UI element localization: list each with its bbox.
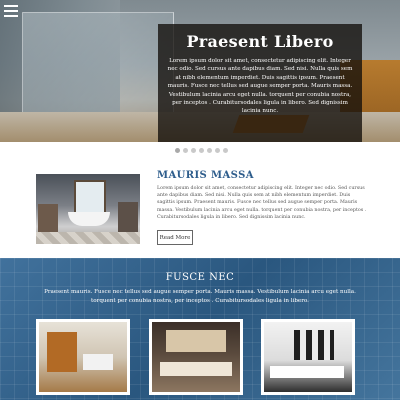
bathtub: [68, 212, 110, 226]
slider-pagination: [175, 148, 228, 153]
slider-dot-5[interactable]: [207, 148, 212, 153]
section-text: Praesent mauris. Fusce nec tellus sed au…: [44, 289, 356, 304]
bathtub: [270, 366, 344, 378]
slider-dot-2[interactable]: [183, 148, 188, 153]
cabinet: [118, 202, 138, 234]
hero-caption: Praesent Libero Lorem ipsum dolor sit am…: [158, 24, 362, 142]
gallery-image-1[interactable]: [36, 319, 130, 395]
hero-title: Praesent Libero: [186, 32, 334, 51]
feature-text: Lorem ipsum dolor sit amet, consectetur …: [157, 186, 367, 220]
cabinet: [47, 332, 77, 372]
vanity: [160, 362, 232, 376]
gallery-image-2[interactable]: [149, 319, 243, 395]
menu-bar: [4, 10, 18, 12]
read-more-button[interactable]: Read More: [157, 230, 193, 245]
menu-bar: [4, 15, 18, 17]
hero-text: Lorem ipsum dolor sit amet, consectetur …: [167, 58, 353, 115]
section-title: FUSCE NEC: [165, 272, 235, 283]
window: [74, 180, 106, 214]
cabinet: [38, 204, 58, 234]
shower-glass: [22, 12, 174, 126]
hero-slider: Praesent Libero Lorem ipsum dolor sit am…: [0, 0, 400, 142]
hamburger-menu-icon[interactable]: [4, 5, 18, 17]
slider-dot-6[interactable]: [215, 148, 220, 153]
floor: [36, 232, 140, 244]
feature-title: MAURIS MASSA: [157, 170, 254, 181]
slider-dot-3[interactable]: [191, 148, 196, 153]
feature-image: [36, 174, 140, 244]
menu-bar: [4, 5, 18, 7]
tile-wall: [294, 330, 334, 360]
sink: [83, 354, 113, 370]
gallery-image-3[interactable]: [261, 319, 355, 395]
slider-dot-4[interactable]: [199, 148, 204, 153]
slider-dot-1[interactable]: [175, 148, 180, 153]
mirror: [166, 330, 226, 352]
slider-dot-7[interactable]: [223, 148, 228, 153]
